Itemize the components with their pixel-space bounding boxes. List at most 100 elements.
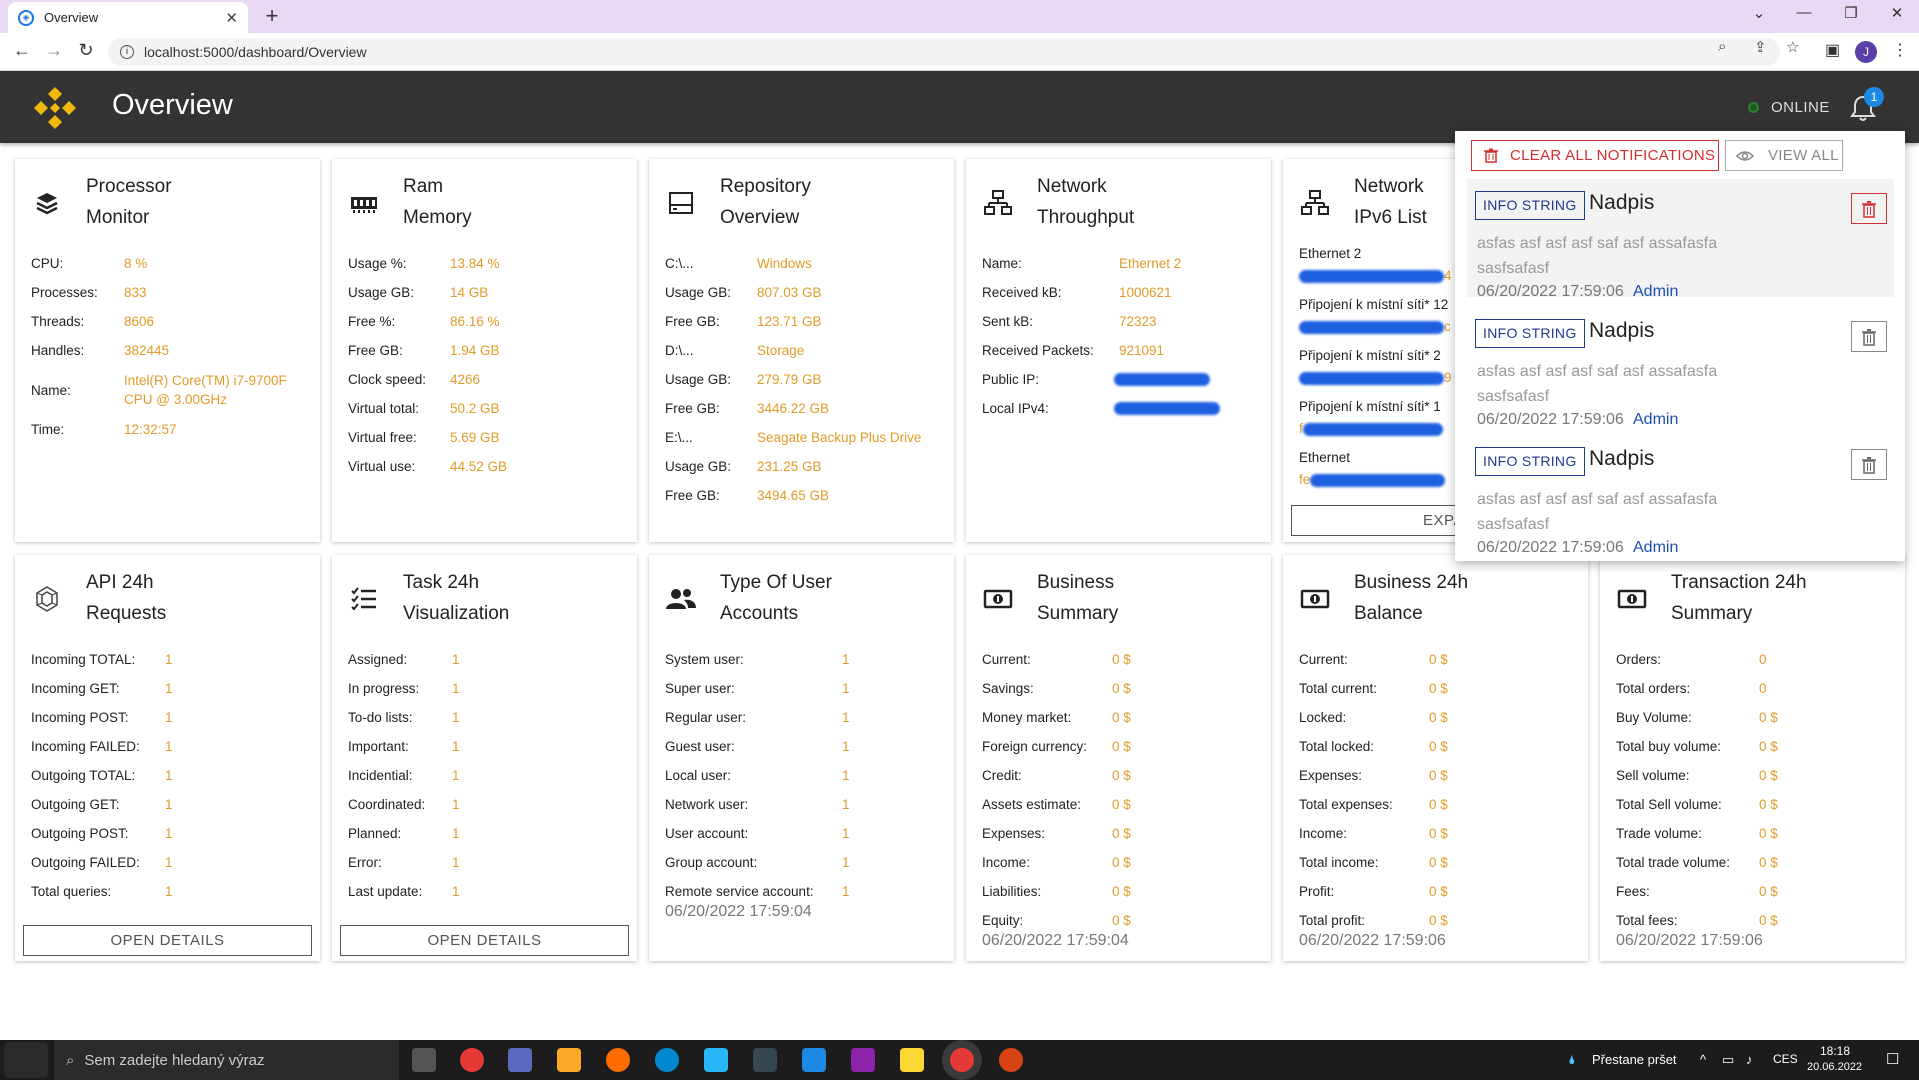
notification-tag: INFO STRING bbox=[1475, 319, 1585, 348]
browser-tab[interactable]: ◈ Overview ✕ bbox=[8, 2, 248, 33]
task-view-icon[interactable] bbox=[412, 1048, 436, 1072]
notification-item[interactable]: INFO STRING Nadpis asfas asf asf asf saf… bbox=[1467, 435, 1894, 556]
card-title: Business Summary bbox=[1037, 572, 1119, 624]
notification-author[interactable]: Admin bbox=[1633, 411, 1678, 429]
row-label: D:\... bbox=[665, 343, 694, 358]
card-processor-monitor: Processor Monitor CPU: 8 % Processes: 833 … bbox=[15, 159, 320, 542]
app-logo-icon[interactable] bbox=[32, 85, 78, 131]
notification-author[interactable]: Admin bbox=[1633, 283, 1678, 301]
row-label: Credit: bbox=[982, 768, 1022, 783]
delete-notification-button[interactable] bbox=[1851, 449, 1887, 480]
menu-icon[interactable]: ⋮ bbox=[1892, 40, 1908, 60]
profile-avatar[interactable]: J bbox=[1855, 41, 1877, 63]
chrome-active-icon[interactable] bbox=[950, 1048, 974, 1072]
zoom-icon[interactable]: ⌕ bbox=[1718, 38, 1726, 55]
file-explorer-icon[interactable] bbox=[557, 1048, 581, 1072]
clock-time[interactable]: 18:18 bbox=[1820, 1044, 1850, 1058]
row-label: C:\... bbox=[665, 256, 694, 271]
row-label: Incidential: bbox=[348, 768, 413, 783]
clear-all-notifications-button[interactable]: CLEAR ALL NOTIFICATIONS bbox=[1471, 140, 1719, 171]
redacted-address bbox=[1302, 422, 1443, 436]
view-all-button[interactable]: VIEW ALL bbox=[1725, 140, 1843, 171]
row-label: Coordinated: bbox=[348, 797, 426, 812]
row-value: 86.16 % bbox=[450, 314, 500, 329]
card-api-requests: API 24h Requests Incoming TOTAL: 1 Incomi… bbox=[15, 555, 320, 961]
row-value: 0 bbox=[1759, 681, 1767, 696]
card-network-throughput: Network Throughput Name: Ethernet 2 Recei… bbox=[966, 159, 1271, 542]
notification-item[interactable]: INFO STRING Nadpis asfas asf asf asf saf… bbox=[1467, 307, 1894, 428]
edge-icon[interactable] bbox=[655, 1048, 679, 1072]
row-value: 50.2 GB bbox=[450, 401, 500, 416]
row-value: 4266 bbox=[450, 372, 481, 387]
close-tab-icon[interactable]: ✕ bbox=[225, 9, 238, 27]
language-indicator[interactable]: CES bbox=[1773, 1052, 1798, 1066]
back-icon[interactable]: ← bbox=[10, 40, 34, 61]
taskbar-search[interactable]: ⌕ Sem zadejte hledaný výraz bbox=[54, 1040, 399, 1080]
row-label: Total Sell volume: bbox=[1616, 797, 1722, 812]
tray-chevron-icon[interactable]: ^ bbox=[1700, 1052, 1706, 1067]
site-info-icon[interactable]: i bbox=[120, 45, 134, 59]
delete-notification-button[interactable] bbox=[1851, 193, 1887, 224]
card-rows: CPU: 8 % Processes: 833 Threads: 8606 Handl… bbox=[31, 249, 310, 444]
notification-item[interactable]: INFO STRING Nadpis asfas asf asf asf saf… bbox=[1467, 179, 1894, 300]
bookmark-star-icon[interactable]: ☆ bbox=[1786, 38, 1799, 56]
network-tray-icon[interactable]: ▭ bbox=[1722, 1052, 1734, 1068]
close-window-icon[interactable]: ✕ bbox=[1882, 4, 1912, 22]
row-label: Outgoing FAILED: bbox=[31, 855, 140, 870]
terminal-icon[interactable] bbox=[753, 1048, 777, 1072]
reload-icon[interactable]: ↻ bbox=[74, 40, 98, 61]
git-app-icon[interactable] bbox=[606, 1048, 630, 1072]
row-value: 0 bbox=[1759, 652, 1767, 667]
notification-tag: INFO STRING bbox=[1475, 191, 1585, 220]
notification-count-badge: 1 bbox=[1864, 87, 1884, 107]
card-timestamp: 06/20/2022 17:59:06 bbox=[1616, 932, 1763, 949]
vscode-icon[interactable] bbox=[802, 1048, 826, 1072]
chrome-profile-icon[interactable] bbox=[999, 1048, 1023, 1072]
clock-date[interactable]: 20.06.2022 bbox=[1807, 1061, 1862, 1073]
save-app-icon[interactable] bbox=[508, 1048, 532, 1072]
open-details-button[interactable]: OPEN DETAILS bbox=[23, 925, 312, 956]
sidebar-icon[interactable]: ▣ bbox=[1825, 40, 1840, 60]
card-transaction-summary: Transaction 24h Summary Orders: 0 Total o… bbox=[1600, 555, 1905, 961]
row-label: In progress: bbox=[348, 681, 420, 696]
row-label: Usage GB: bbox=[348, 285, 415, 300]
open-details-button[interactable]: OPEN DETAILS bbox=[340, 925, 629, 956]
restore-icon[interactable]: ❐ bbox=[1836, 4, 1866, 22]
card-business-balance: Business 24h Balance Current: 0 $ Total c… bbox=[1283, 555, 1588, 961]
weather-icon[interactable]: 🌢 bbox=[1568, 1052, 1576, 1068]
visual-studio-icon[interactable] bbox=[851, 1048, 875, 1072]
notification-author[interactable]: Admin bbox=[1633, 539, 1678, 557]
notification-body: asfas asf asf asf saf asf assafasfa sasf… bbox=[1477, 491, 1718, 533]
volume-icon[interactable]: ♪ bbox=[1746, 1052, 1753, 1067]
card-title: Ram Memory bbox=[403, 176, 472, 228]
start-button[interactable] bbox=[4, 1042, 48, 1078]
row-value: 1 bbox=[165, 710, 173, 725]
share-icon[interactable]: ⇪ bbox=[1754, 38, 1767, 56]
forward-icon[interactable]: → bbox=[42, 40, 66, 61]
row-value: 0 $ bbox=[1759, 826, 1778, 841]
row-value: 1.94 GB bbox=[450, 343, 500, 358]
weather-label[interactable]: Přestane pršet bbox=[1592, 1052, 1677, 1067]
row-label: Local IPv4: bbox=[982, 401, 1049, 416]
tab-search-icon[interactable]: ⌄ bbox=[1744, 4, 1774, 22]
row-label: Current: bbox=[1299, 652, 1348, 667]
row-value: 1 bbox=[842, 681, 850, 696]
checklist-icon bbox=[348, 583, 380, 615]
row-label: Total buy volume: bbox=[1616, 739, 1722, 754]
minimize-icon[interactable]: — bbox=[1789, 4, 1819, 21]
new-tab-icon[interactable]: + bbox=[260, 4, 284, 28]
app-favicon-icon: ◈ bbox=[18, 9, 34, 26]
card-rows: Assigned: 1 In progress: 1 To-do lists: 1 I… bbox=[348, 645, 627, 906]
row-value: 12:32:57 bbox=[124, 422, 177, 437]
action-center-icon[interactable]: ☐ bbox=[1886, 1050, 1899, 1068]
delete-notification-button[interactable] bbox=[1851, 321, 1887, 352]
url-bar[interactable]: i localhost:5000/dashboard/Overview bbox=[108, 38, 1780, 66]
sticky-notes-icon[interactable] bbox=[900, 1048, 924, 1072]
card-timestamp: 06/20/2022 17:59:06 bbox=[1299, 932, 1446, 949]
row-value: 0 $ bbox=[1429, 710, 1448, 725]
azure-app-icon[interactable] bbox=[704, 1048, 728, 1072]
row-label: Super user: bbox=[665, 681, 735, 696]
url-text: localhost:5000/dashboard/Overview bbox=[144, 44, 367, 60]
chrome-icon[interactable] bbox=[460, 1048, 484, 1072]
browser-tab-strip: ◈ Overview ✕ + ⌄ — ❐ ✕ bbox=[0, 0, 1919, 33]
